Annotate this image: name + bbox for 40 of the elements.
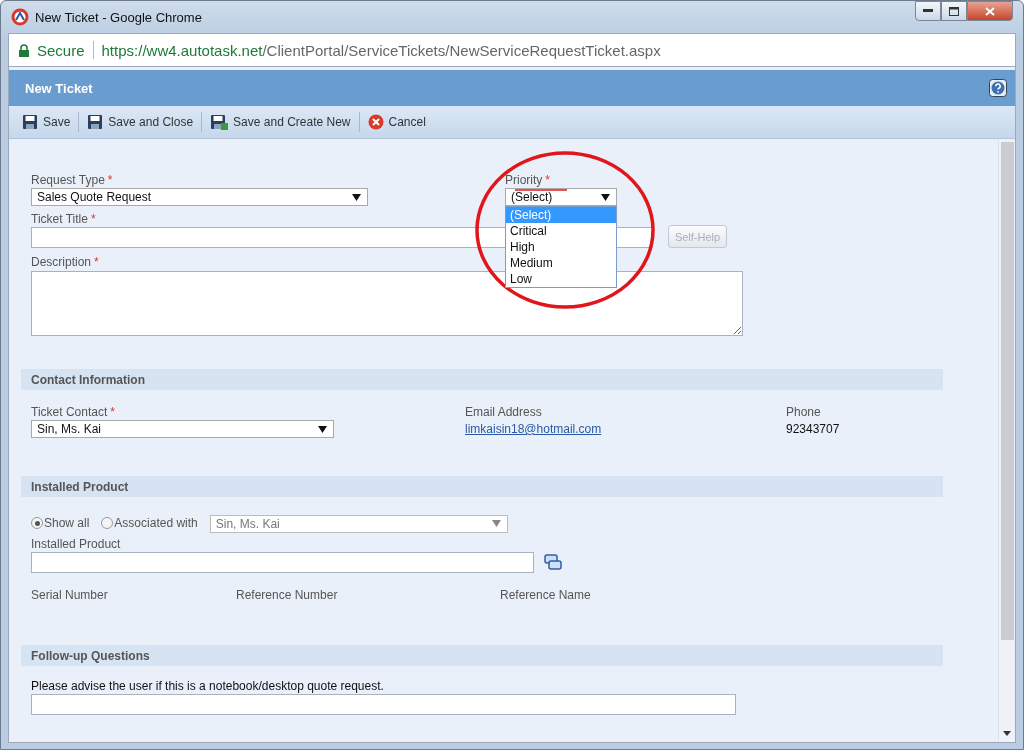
phone-value: 92343707 [786, 422, 840, 436]
field-label: Phone [786, 405, 821, 419]
email-link[interactable]: limkaisin18@hotmail.com [465, 422, 630, 436]
dropdown-field[interactable]: Sales Quote Request [31, 188, 368, 206]
field-label: Priority [505, 173, 543, 187]
toolbar-button[interactable]: Save and Close [82, 111, 199, 133]
required-mark: * [90, 212, 96, 226]
field-label: Ticket Title [31, 212, 88, 226]
dropdown-option[interactable]: High [506, 239, 616, 255]
required-mark: * [545, 173, 550, 187]
window-title: New Ticket - Google Chrome [35, 9, 203, 25]
field-label: Description [31, 255, 92, 269]
dropdown-option[interactable]: Critical [506, 223, 616, 239]
required-mark: * [107, 173, 113, 187]
dropdown-option[interactable]: Low [506, 271, 616, 287]
field-label: Email Address [465, 405, 542, 419]
field-label: Request Type [31, 173, 105, 187]
column-label: Serial Number [31, 588, 109, 602]
toolbar-button[interactable]: Save and Create New [205, 111, 356, 133]
field-label: Installed Product [31, 537, 121, 551]
page-title: New Ticket [25, 80, 93, 96]
section-header: Follow-up Questions [21, 645, 943, 666]
required-mark: * [110, 405, 115, 419]
url-text: https://ww4.autotask.net/ClientPortal/ServiceTickets/NewServiceRequestTicket.aspx [101, 41, 661, 59]
dropdown-option[interactable]: Medium [506, 255, 616, 271]
secure-label: Secure [37, 41, 85, 59]
column-label: Reference Number [236, 588, 339, 602]
dropdown-field[interactable]: (Select) [505, 188, 617, 206]
radio-label: Show all [44, 516, 90, 530]
required-mark: * [94, 255, 99, 269]
toolbar-button[interactable]: Cancel [362, 111, 431, 133]
column-label: Reference Name [500, 588, 592, 602]
radio-option[interactable]: Show all [31, 516, 90, 530]
dropdown-field[interactable]: Sin, Ms. Kai [31, 420, 334, 438]
field-label: Ticket Contact [31, 405, 108, 419]
address-bar[interactable]: Secure https://ww4.autotask.net/ClientPortal/ServiceTickets/NewServiceRequestTicket.aspx [8, 33, 1016, 67]
question-label: Please advise the user if this is a notebook/desktop quote request. [31, 679, 385, 693]
toolbar-button[interactable]: Save [17, 111, 76, 133]
section-header: Contact Information [21, 369, 943, 390]
section-header: Installed Product [21, 476, 943, 497]
